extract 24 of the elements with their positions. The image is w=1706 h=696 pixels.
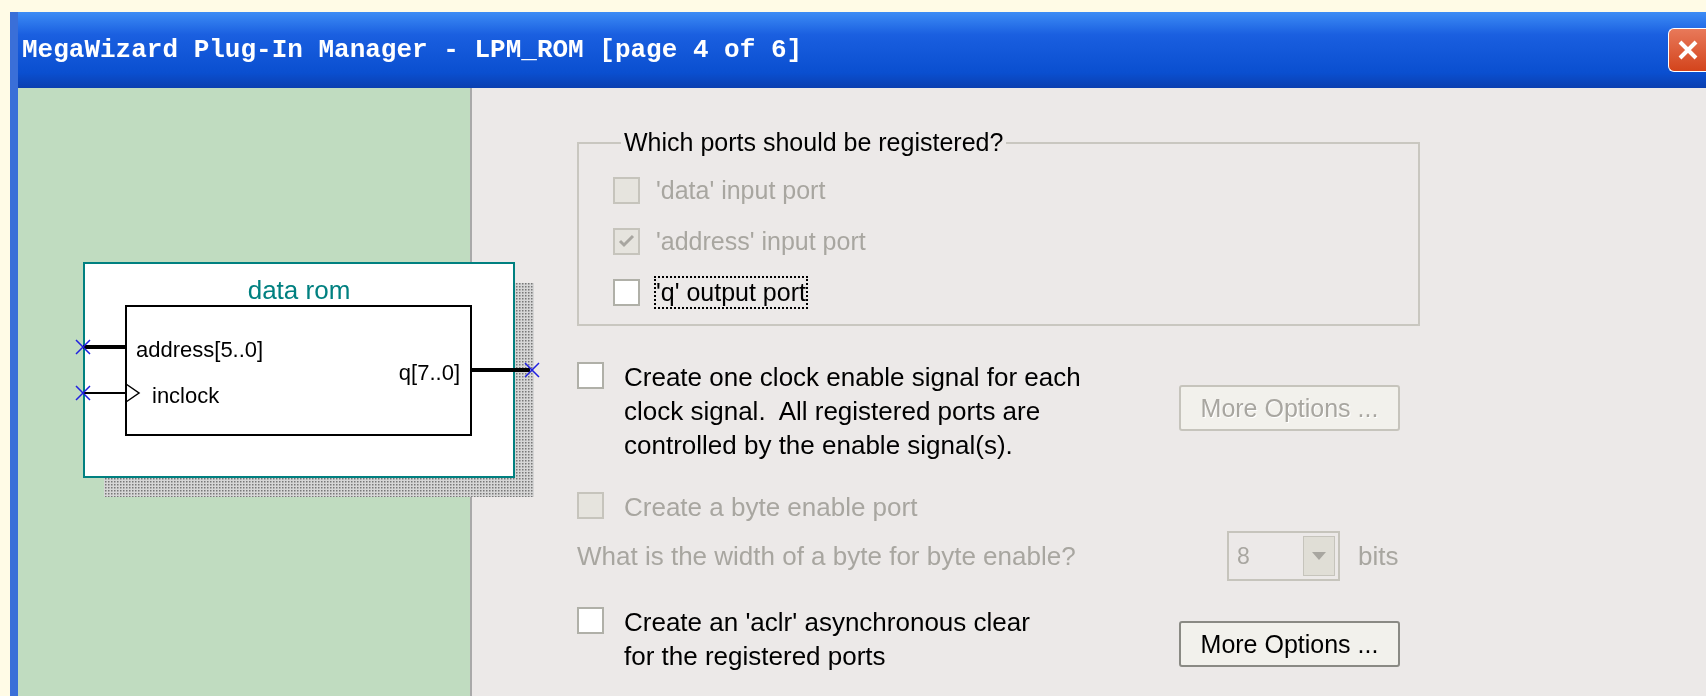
block-title: data rom [247,275,351,305]
option-label: Create an 'aclr' asynchronous clear for the registered ports [624,606,1031,673]
bus-pin [471,362,540,378]
unit-label: bits [1358,540,1399,572]
pin-label: inclock [152,383,220,408]
option-label: What is the width of a byte for byte enable? [577,540,1077,572]
checkbox[interactable] [577,607,604,634]
pin-label: q[7..0] [398,360,460,385]
option-label: Create one clock enable signal for each clock signal. All registered ports are controlled by the enable signal(s). [624,361,1082,462]
checkbox[interactable] [577,362,604,389]
close-button[interactable] [1668,28,1706,72]
pin-label: address[5..0] [136,337,264,362]
bus-pin [75,339,126,355]
check-icon [618,234,635,249]
option-label: 'data' input port [656,176,826,205]
window-title: MegaWizard Plug-In Manager - LPM_ROM [page 4 of 6] [21,35,803,65]
clock-pin [75,383,141,403]
option-label: 'address' input port [656,227,866,256]
group-label: Which ports should be registered? [623,128,1005,157]
more-options-button[interactable]: More Options ... [1179,621,1400,667]
close-icon [1676,39,1699,61]
option-label: 'q' output port [656,278,806,307]
checkbox[interactable] [613,279,640,306]
option-label: Create a byte enable port [624,491,919,524]
